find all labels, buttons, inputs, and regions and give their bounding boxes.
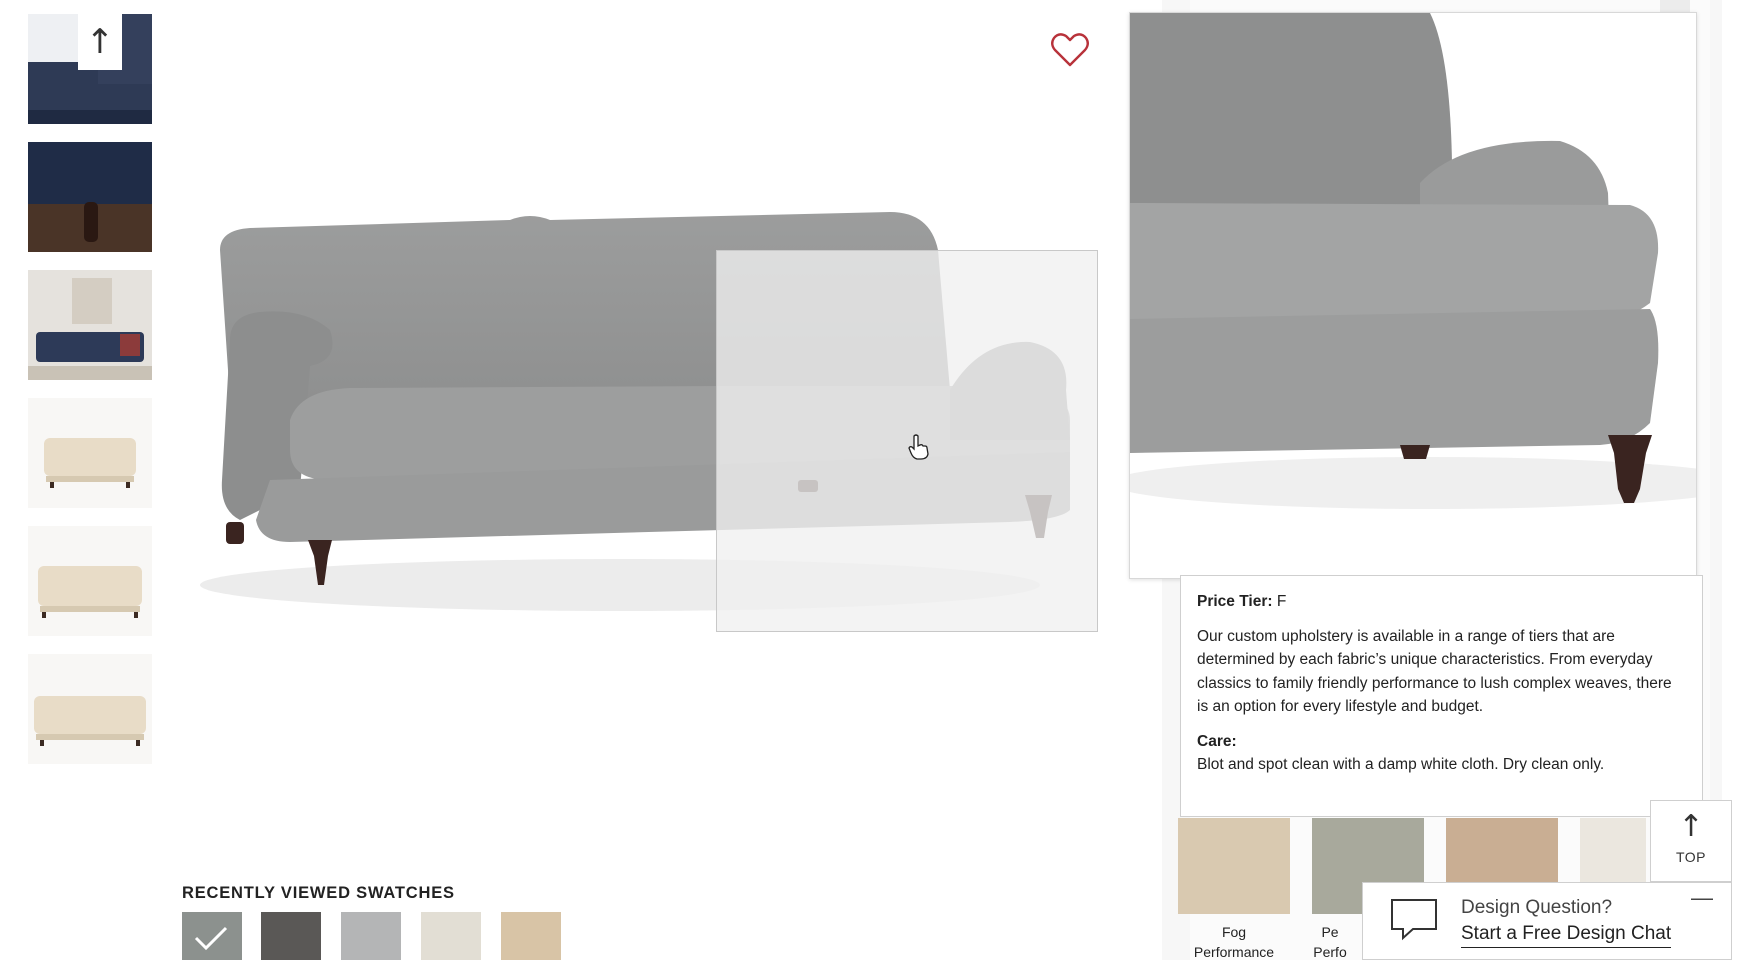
arrow-up-icon: ↑ — [1678, 809, 1704, 844]
recent-swatch-4[interactable] — [421, 912, 481, 960]
thumbnail-ivory-sofa-front[interactable] — [28, 398, 152, 508]
thumbnail-navy-sofa-room[interactable] — [28, 270, 152, 380]
zoom-lens — [716, 250, 1098, 632]
zoom-preview — [1129, 12, 1697, 579]
fabric-details-card: Price Tier: F Our custom upholstery is a… — [1180, 575, 1703, 817]
swatch-color — [501, 912, 561, 960]
care-section: Care: Blot and spot clean with a damp wh… — [1197, 730, 1686, 777]
tier-description: Our custom upholstery is available in a … — [1197, 627, 1672, 716]
back-to-top-label: TOP — [1675, 849, 1707, 865]
minimize-chat-button[interactable]: — — [1691, 885, 1713, 911]
price-tier-row: Price Tier: F — [1197, 590, 1686, 614]
back-to-top-button[interactable]: ↑ TOP — [1650, 800, 1732, 882]
recently-viewed-title: RECENTLY VIEWED SWATCHES — [182, 884, 455, 902]
chat-question-text: Design Question? — [1461, 897, 1613, 918]
thumbnail-image — [28, 142, 152, 252]
care-label: Care: — [1197, 732, 1237, 750]
recent-swatch-5[interactable] — [501, 912, 561, 960]
swatch-name: Fog — [1221, 924, 1247, 940]
heart-icon[interactable] — [1050, 32, 1090, 68]
thumbnail-image — [28, 526, 152, 636]
thumbnail-ivory-sofa-side[interactable] — [28, 654, 152, 764]
swatch-subtitle: Perfo — [1313, 944, 1347, 960]
swatch-color — [341, 912, 401, 960]
swatch-subtitle: Performance — [1193, 944, 1275, 960]
swatch-color — [182, 912, 242, 960]
price-tier-label: Price Tier: — [1197, 593, 1273, 610]
swatch-color — [1178, 818, 1290, 914]
scroll-up-arrow-icon[interactable]: ↑ — [78, 14, 122, 70]
swatch-fog[interactable] — [1178, 818, 1290, 914]
thumbnail-navy-sofa-closeup[interactable]: ↑ — [28, 14, 152, 124]
recent-swatch-3[interactable] — [341, 912, 401, 960]
design-chat-widget[interactable]: Design Question? Start a Free Design Cha… — [1362, 882, 1732, 960]
swatch-color — [261, 912, 321, 960]
thumbnail-image — [28, 654, 152, 764]
start-design-chat-link[interactable]: Start a Free Design Chat — [1461, 923, 1672, 948]
thumbnail-image — [28, 398, 152, 508]
recent-swatch-1[interactable] — [182, 912, 242, 960]
chat-bubble-icon — [1391, 899, 1437, 941]
thumbnail-navy-sofa-leg[interactable] — [28, 142, 152, 252]
thumbnail-ivory-sofa-angle[interactable] — [28, 526, 152, 636]
swatch-color — [421, 912, 481, 960]
care-text: Blot and spot clean with a damp white cl… — [1197, 756, 1605, 773]
hand-cursor-icon — [908, 434, 929, 460]
price-tier-value: F — [1276, 593, 1287, 610]
main-product-image[interactable] — [190, 190, 1110, 650]
swatch-name: Pe — [1321, 924, 1339, 940]
thumbnail-image — [28, 270, 152, 380]
recent-swatch-2[interactable] — [261, 912, 321, 960]
zoomed-sofa-illustration — [1130, 13, 1696, 578]
